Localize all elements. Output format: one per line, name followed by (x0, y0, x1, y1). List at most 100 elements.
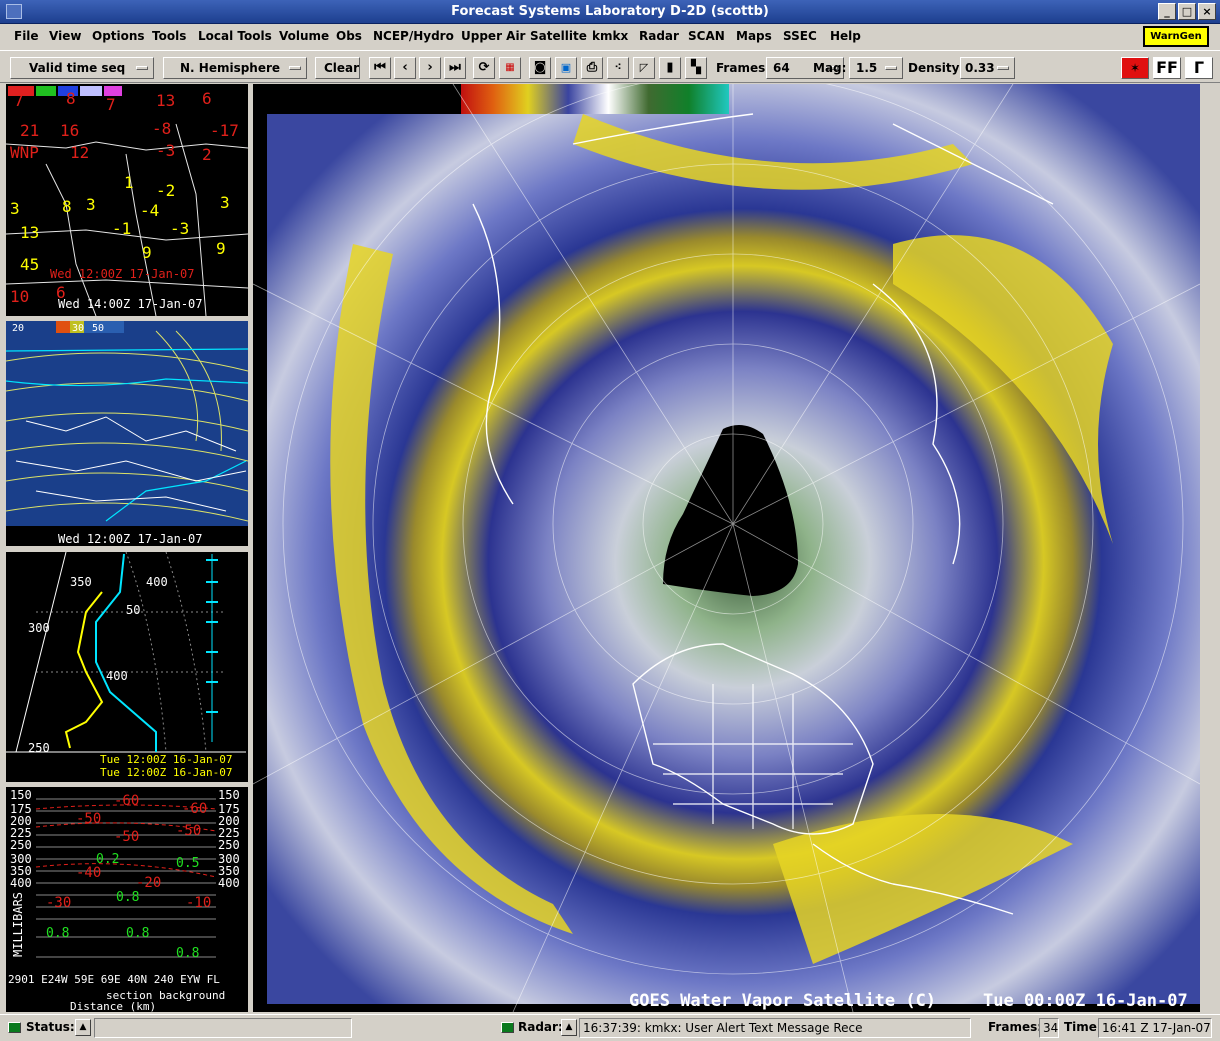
baseline-icon[interactable]: ◸ (633, 57, 655, 79)
obs-value: -3 (156, 141, 175, 160)
contour-label: -60 (114, 793, 139, 809)
density-value: 0.33 (965, 61, 995, 75)
menu-kmkx[interactable]: kmkx (592, 29, 628, 43)
contour-label: -10 (186, 895, 211, 911)
menu-view[interactable]: View (49, 29, 81, 43)
surface-analysis-plot: 20 30 50 Wed 12:00Z 17-Jan-07 (6, 321, 248, 546)
obs-value: 13 (156, 91, 175, 110)
menu-maps[interactable]: Maps (736, 29, 772, 43)
main-satellite-display[interactable]: GOES Water Vapor Satellite (C) Tue 00:00… (253, 84, 1200, 1012)
menu-options[interactable]: Options (92, 29, 145, 43)
maximize-button[interactable]: □ (1178, 3, 1196, 20)
obs-value: 10 (10, 287, 29, 306)
single-pane-icon[interactable]: ▮ (659, 57, 681, 79)
surface-obs-panel[interactable]: 7 8 7 13 6 21 16 -8 -17 WNP 12 -3 2 10 6… (6, 84, 248, 316)
contour-label: -50 (76, 811, 101, 827)
obs-value: 16 (60, 121, 79, 140)
obs-value: 3 (220, 193, 230, 212)
frames-label: Frames: (716, 61, 771, 75)
color-table-icon[interactable]: ▣ (555, 57, 577, 79)
isotherm-label: 300 (28, 621, 50, 635)
status-label: Status: (26, 1020, 75, 1034)
contour-label: -40 (76, 865, 101, 881)
level-label-right: 250 (218, 838, 240, 852)
contour-label: -30 (46, 895, 71, 911)
radar-label: Radar: (518, 1020, 563, 1034)
menu-file[interactable]: File (14, 29, 39, 43)
status-led-icon (8, 1022, 21, 1033)
mag-value: 1.5 (856, 61, 878, 75)
window-title: Forecast Systems Laboratory D-2D (scottb… (451, 4, 769, 19)
minimize-button[interactable]: _ (1158, 3, 1176, 20)
printer-icon[interactable]: ⎙ (581, 57, 603, 79)
xaxis-label: 2901 E24W 59E 69E 40N 240 EYW FL (8, 973, 220, 986)
next-frame-icon[interactable]: › (419, 57, 441, 79)
obs-value: -2 (156, 181, 175, 200)
status-expand-button[interactable]: ▲ (75, 1019, 91, 1036)
contour-label: 0.8 (176, 946, 199, 961)
menu-ssec[interactable]: SSEC (783, 29, 817, 43)
ff-button[interactable]: FF (1153, 57, 1181, 79)
surface-analysis-panel[interactable]: 20 30 50 Wed 12:00Z 17-Jan-07 (6, 321, 248, 546)
menu-obs[interactable]: Obs (336, 29, 362, 43)
obs-time-primary: Wed 12:00Z 17-Jan-07 (50, 267, 195, 281)
sounding-time-1: Tue 12:00Z 16-Jan-07 (100, 753, 232, 766)
status-frames-label: Frames: (988, 1020, 1043, 1034)
swap-pane-icon[interactable]: ◙ (529, 57, 551, 79)
contour-label: 0.8 (116, 890, 139, 905)
menu-upper-air[interactable]: Upper Air (461, 29, 525, 43)
status-time-label: Time: (1064, 1020, 1102, 1034)
menu-tools[interactable]: Tools (152, 29, 186, 43)
color-bar (461, 84, 729, 114)
image-combine-icon[interactable]: ▦ (499, 57, 521, 79)
status-time-value: 16:41 Z 17-Jan-07 (1098, 1018, 1212, 1038)
frames-value: 64 (773, 61, 790, 75)
menu-local-tools[interactable]: Local Tools (198, 29, 272, 43)
menu-ncep-hydro[interactable]: NCEP/Hydro (373, 29, 454, 43)
obs-value: 7 (106, 95, 116, 114)
obs-value: 9 (216, 239, 226, 258)
menu-help[interactable]: Help (830, 29, 861, 43)
radar-message-field[interactable]: 16:37:39: kmkx: User Alert Text Message … (579, 1018, 971, 1038)
cursor-tool-icon[interactable]: Γ (1185, 57, 1213, 79)
window-titlebar[interactable]: Forecast Systems Laboratory D-2D (scottb… (0, 0, 1220, 24)
menu-satellite[interactable]: Satellite (530, 29, 587, 43)
obs-value: 45 (20, 255, 39, 274)
toolbar: Valid time seq N. Hemisphere Clear ⏮ ‹ ›… (0, 50, 1220, 83)
level-label: 150 (10, 788, 32, 802)
obs-value: 8 (62, 197, 72, 216)
status-frames-value: 34 (1039, 1018, 1059, 1038)
sounding-plot: 350 400 300 250 50 400 Tue 12:00Z 16-Jan… (6, 552, 248, 782)
menu-volume[interactable]: Volume (279, 29, 329, 43)
radar-expand-button[interactable]: ▲ (561, 1019, 577, 1036)
prev-frame-icon[interactable]: ‹ (394, 57, 416, 79)
clear-button[interactable]: Clear (315, 57, 360, 79)
cross-section-panel[interactable]: 150 175 200 225 250 300 350 400 150 175 … (6, 787, 248, 1012)
sounding-panel[interactable]: 350 400 300 250 50 400 Tue 12:00Z 16-Jan… (6, 552, 248, 782)
four-pane-icon[interactable]: ▚ (685, 57, 707, 79)
obs-value: 7 (14, 91, 24, 110)
status-message-field[interactable] (94, 1018, 352, 1038)
scale-dropdown[interactable]: N. Hemisphere (163, 57, 307, 79)
density-dropdown[interactable]: 0.33 (960, 57, 1015, 79)
obs-value: 8 (66, 89, 76, 108)
obs-value: 2 (202, 145, 212, 164)
obs-value: -3 (170, 219, 189, 238)
first-frame-icon[interactable]: ⏮ (369, 57, 391, 79)
contour-label: -50 (114, 829, 139, 845)
time-mode-dropdown[interactable]: Valid time seq (10, 57, 154, 79)
points-icon[interactable]: ⁖ (607, 57, 629, 79)
obs-value: WNP (10, 143, 39, 162)
mag-dropdown[interactable]: 1.5 (849, 57, 903, 79)
radar-led-icon (501, 1022, 514, 1033)
contour-label: -60 (182, 801, 207, 817)
close-button[interactable]: × (1198, 3, 1216, 20)
menu-bar: File View Options Tools Local Tools Volu… (0, 24, 1220, 49)
warngen-button[interactable]: WarnGen (1143, 26, 1209, 47)
menu-radar[interactable]: Radar (639, 29, 679, 43)
contour-label: -50 (176, 823, 201, 839)
loop-icon[interactable]: ⟳ (473, 57, 495, 79)
radar-alert-icon[interactable]: ✶ (1121, 57, 1149, 79)
menu-scan[interactable]: SCAN (688, 29, 725, 43)
last-frame-icon[interactable]: ⏭ (444, 57, 466, 79)
